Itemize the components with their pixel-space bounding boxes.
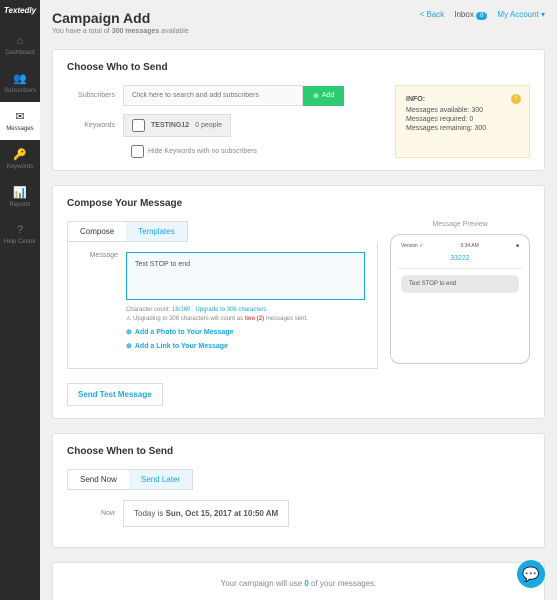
send-test-button[interactable]: Send Test Message — [67, 383, 163, 406]
hide-keywords-checkbox[interactable] — [131, 145, 144, 158]
who-card: Choose Who to Send Subscribers ⊕Add Keyw… — [52, 49, 545, 171]
chat-widget-button[interactable]: 💬 — [517, 560, 545, 588]
chat-icon: 💬 — [522, 566, 539, 583]
subscriber-search-input[interactable] — [123, 85, 303, 106]
plus-icon: ⊕ — [126, 342, 132, 350]
nav-label: Keywords — [7, 164, 33, 170]
tab-send-now[interactable]: Send Now — [68, 470, 129, 489]
nav-label: Reports — [9, 202, 30, 208]
when-card: Choose When to Send Send Now Send Later … — [52, 433, 545, 548]
message-label: Message — [80, 252, 126, 259]
info-panel: ! INFO: Messages available: 300 Messages… — [395, 85, 530, 158]
keywords-icon: 🔑 — [13, 148, 27, 161]
account-menu[interactable]: My Account ▾ — [497, 10, 545, 19]
char-count: Character count: 18/160 Upgrade to 306 c… — [126, 307, 365, 313]
battery-icon: ■ — [516, 243, 519, 249]
upgrade-note: ⚠ Upgrading to 306 characters will count… — [126, 315, 365, 322]
keyword-checkbox[interactable] — [132, 119, 145, 132]
nav-label: Dashboard — [5, 50, 34, 56]
compose-card: Compose Your Message Compose Templates M… — [52, 185, 545, 419]
inbox-link[interactable]: Inbox 0 — [454, 10, 487, 19]
help-icon: ? — [17, 224, 23, 236]
plus-icon: ⊕ — [126, 328, 132, 336]
add-photo-link[interactable]: ⊕Add a Photo to Your Message — [126, 328, 365, 336]
nav-label: Messages — [6, 126, 33, 132]
phone-number: 33222 — [397, 255, 523, 269]
page-header: Campaign Add You have a total of 300 mes… — [52, 10, 545, 35]
nav-keywords[interactable]: 🔑 Keywords — [0, 140, 40, 178]
sidebar: Textedly ⌂ Dashboard 👥 Subscribers ✉ Messag… — [0, 0, 40, 600]
info-icon: ! — [511, 94, 521, 104]
nav-subscribers[interactable]: 👥 Subscribers — [0, 64, 40, 102]
nav-reports[interactable]: 📊 Reports — [0, 178, 40, 216]
who-title: Choose Who to Send — [67, 62, 530, 73]
when-title: Choose When to Send — [67, 446, 530, 457]
nav-label: Subscribers — [4, 88, 36, 94]
now-label: Now — [67, 510, 123, 517]
add-subscriber-button[interactable]: ⊕Add — [303, 86, 344, 106]
page-title: Campaign Add — [52, 10, 189, 26]
keywords-label: Keywords — [67, 122, 123, 129]
add-link-link[interactable]: ⊕Add a Link to Your Message — [126, 342, 365, 350]
main-content: Campaign Add You have a total of 300 mes… — [40, 0, 557, 600]
nav-help[interactable]: ? Help Center — [0, 216, 40, 253]
page-subtitle: You have a total of 300 messages availab… — [52, 28, 189, 35]
subscribers-label: Subscribers — [67, 92, 123, 99]
message-textarea[interactable]: Text STOP to end — [126, 252, 365, 300]
reports-icon: 📊 — [13, 186, 27, 199]
nav-messages[interactable]: ✉ Messages — [0, 102, 40, 140]
brand-logo: Textedly — [4, 6, 36, 15]
tab-send-later[interactable]: Send Later — [129, 470, 192, 489]
messages-icon: ✉ — [15, 110, 24, 123]
phone-preview: Verizon ✓9:34 AM■ 33222 Text STOP to end — [390, 234, 530, 364]
keyword-chip[interactable]: TESTING120 people — [123, 114, 231, 137]
dashboard-icon: ⌂ — [17, 35, 24, 47]
subscribers-icon: 👥 — [13, 72, 27, 85]
preview-title: Message Preview — [390, 221, 530, 228]
plus-icon: ⊕ — [313, 92, 319, 100]
hide-keywords-label: Hide Keywords with no subscribers — [148, 148, 257, 155]
footer-card: Your campaign will use 0 of your message… — [52, 562, 545, 600]
back-link[interactable]: < Back — [420, 10, 445, 19]
footer-message: Your campaign will use 0 of your message… — [53, 579, 544, 588]
nav-dashboard[interactable]: ⌂ Dashboard — [0, 27, 40, 64]
inbox-badge: 0 — [476, 12, 487, 20]
upgrade-link[interactable]: Upgrade to 306 characters — [195, 307, 266, 313]
tab-templates[interactable]: Templates — [126, 222, 186, 241]
now-datetime: Today is Sun, Oct 15, 2017 at 10:50 AM — [123, 500, 289, 527]
preview-bubble: Text STOP to end — [401, 275, 519, 293]
nav-label: Help Center — [4, 239, 36, 245]
tab-compose[interactable]: Compose — [68, 222, 126, 241]
compose-title: Compose Your Message — [67, 198, 530, 209]
